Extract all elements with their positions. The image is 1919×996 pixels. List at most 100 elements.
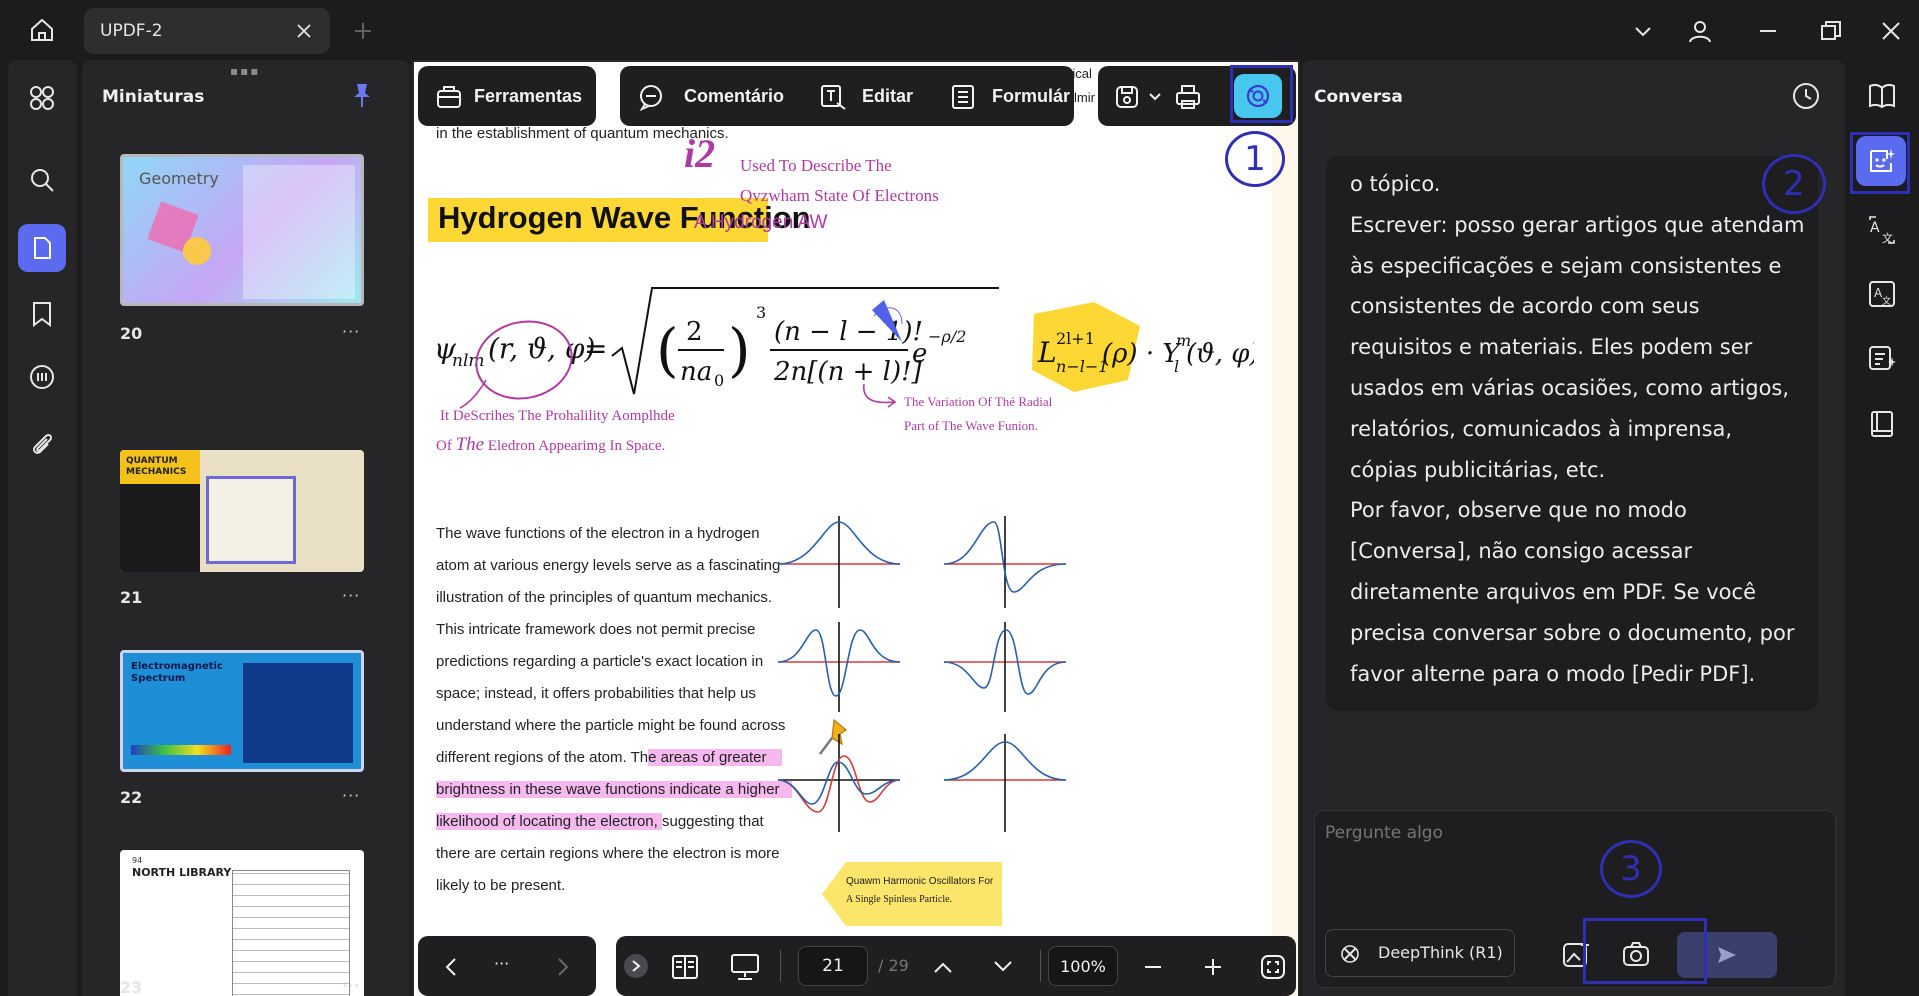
zoom-level-input[interactable]: 100% bbox=[1048, 946, 1118, 986]
send-icon bbox=[1718, 947, 1736, 963]
sticky-note[interactable]: Quawm Harmonic Oscillators For A Single … bbox=[820, 860, 1004, 928]
deepthink-toggle[interactable]: DeepThink (R1) bbox=[1325, 929, 1515, 977]
tools-toolbar: Ferramentas bbox=[418, 66, 596, 126]
save-icon[interactable] bbox=[1110, 80, 1144, 114]
handwritten-annotation[interactable]: Qvzwham State Of Electrons bbox=[740, 186, 939, 206]
zoom-in-icon[interactable] bbox=[1198, 952, 1228, 982]
comment-button[interactable]: Comentário bbox=[684, 86, 784, 107]
body-text-line: The wave functions of the electron in a … bbox=[436, 525, 760, 542]
thumbnail-page-number: 23 bbox=[120, 978, 143, 996]
form-icon[interactable] bbox=[946, 80, 980, 114]
thumbnail-heading: Geometry bbox=[139, 169, 219, 188]
svg-text:2: 2 bbox=[686, 317, 703, 347]
more-options-button[interactable]: ··· bbox=[494, 954, 509, 973]
thumbnail-page-number: 20 bbox=[120, 324, 143, 343]
handwritten-annotation[interactable]: i2 bbox=[684, 130, 715, 177]
page-layout-icon[interactable] bbox=[668, 950, 702, 984]
history-icon[interactable] bbox=[1788, 78, 1824, 114]
restore-window-icon[interactable] bbox=[1816, 16, 1846, 46]
fit-page-icon[interactable] bbox=[1256, 950, 1290, 984]
chevron-down-icon[interactable] bbox=[1146, 88, 1164, 106]
ocr-translate-icon[interactable]: A文 bbox=[1862, 274, 1902, 314]
current-page: 21 bbox=[822, 956, 844, 976]
edit-text-icon[interactable] bbox=[816, 80, 850, 114]
text-highlight[interactable]: e areas of greater bbox=[648, 749, 783, 766]
bookmark-icon[interactable] bbox=[22, 294, 62, 334]
chevron-right-icon[interactable] bbox=[548, 952, 578, 982]
thumbnail-page-21[interactable]: QUANTUM MECHANICS bbox=[120, 450, 364, 572]
view-toolbar: 21 / 29 100% bbox=[616, 936, 1296, 996]
svg-text:=: = bbox=[584, 332, 607, 365]
user-account-icon[interactable] bbox=[1683, 14, 1717, 48]
close-window-icon[interactable] bbox=[1876, 16, 1906, 46]
handwritten-annotation[interactable]: Used To Describe The bbox=[740, 156, 892, 176]
pages-thumbnail-icon[interactable] bbox=[18, 224, 66, 272]
thumbnail-more-button[interactable]: ··· bbox=[342, 322, 360, 341]
tools-button[interactable]: Ferramentas bbox=[474, 86, 582, 107]
grid-view-icon[interactable] bbox=[22, 78, 62, 118]
chat-input-box[interactable]: DeepThink (R1) bbox=[1314, 810, 1836, 988]
ai-summary-icon[interactable] bbox=[1862, 338, 1902, 378]
svg-text:0: 0 bbox=[714, 371, 724, 390]
handwritten-annotation[interactable]: The Variation Of Thé Radial bbox=[904, 394, 1052, 410]
comment-icon[interactable] bbox=[634, 80, 668, 114]
new-tab-icon[interactable] bbox=[350, 18, 376, 44]
panel-resize-handle[interactable]: ▪▪▪ bbox=[230, 64, 260, 78]
page-number-input[interactable]: 21 bbox=[798, 946, 868, 986]
chevron-up-icon[interactable] bbox=[928, 952, 958, 982]
toolbox-icon[interactable] bbox=[432, 80, 466, 114]
text-highlight[interactable]: likelihood of locating the electron, bbox=[436, 813, 662, 830]
tab-title: UPDF-2 bbox=[100, 21, 163, 41]
form-button[interactable]: Formulár bbox=[992, 86, 1070, 107]
close-tab-icon[interactable] bbox=[292, 19, 316, 43]
chat-input[interactable] bbox=[1325, 823, 1825, 893]
pdf-page[interactable]: not cal rical lmir in the establishment … bbox=[414, 62, 1298, 996]
text-highlight[interactable]: brightness in these wave functions indic… bbox=[436, 781, 792, 798]
presentation-icon[interactable] bbox=[728, 950, 762, 984]
zoom-out-icon[interactable] bbox=[1138, 952, 1168, 982]
chevron-down-icon[interactable] bbox=[1628, 16, 1658, 46]
expand-toolbar-icon[interactable] bbox=[624, 954, 648, 978]
document-tab[interactable]: UPDF-2 bbox=[84, 8, 330, 54]
handwritten-annotation[interactable]: A Hydrogen AW bbox=[694, 212, 827, 234]
svg-text:(ρ) · Y: (ρ) · Y bbox=[1102, 339, 1182, 369]
svg-text:(ϑ, φ): (ϑ, φ) bbox=[1186, 339, 1254, 369]
attachment-icon[interactable] bbox=[22, 424, 62, 464]
chevron-left-icon[interactable] bbox=[436, 952, 466, 982]
svg-text:L: L bbox=[1037, 336, 1057, 369]
search-icon[interactable] bbox=[22, 160, 62, 200]
callout-highlight-box bbox=[1850, 132, 1910, 194]
book-icon[interactable] bbox=[1862, 404, 1902, 444]
decorative-shape bbox=[183, 237, 211, 265]
chevron-down-icon[interactable] bbox=[988, 952, 1018, 982]
title-bar: UPDF-2 bbox=[0, 0, 1919, 60]
pin-icon[interactable] bbox=[348, 80, 376, 110]
thumbnail-page-23[interactable]: 94 NORTH LIBRARY bbox=[120, 850, 364, 996]
svg-text:n−l−1: n−l−1 bbox=[1056, 357, 1108, 376]
edit-button[interactable]: Editar bbox=[862, 86, 913, 107]
thumbnail-more-button[interactable]: ··· bbox=[342, 786, 360, 805]
thumbnail-page-20[interactable]: Geometry bbox=[120, 154, 364, 306]
thumbnail-more-button[interactable]: ··· bbox=[342, 976, 360, 995]
svg-text:): ) bbox=[728, 316, 751, 384]
thumbnail-more-button[interactable]: ··· bbox=[342, 586, 360, 605]
svg-text:e: e bbox=[912, 339, 927, 369]
handwritten-annotation[interactable]: It DeScrihes The Prohalility Aomplhde bbox=[440, 408, 675, 425]
print-icon[interactable] bbox=[1170, 80, 1206, 114]
reader-icon[interactable] bbox=[1862, 76, 1902, 116]
sticky-note-text: A Single Spinless Particle. bbox=[846, 894, 953, 905]
svg-text:(n − l − 1)!: (n − l − 1)! bbox=[774, 317, 923, 347]
wave-function-formula: ψ nlm (r, ϑ, φ) = ( 2 na 0 ) 3 (n − l − … bbox=[434, 280, 1254, 410]
sticky-note-text: Quawm Harmonic Oscillators For bbox=[846, 876, 994, 887]
minimize-icon[interactable] bbox=[1753, 16, 1783, 46]
thumbnail-page-22[interactable]: Electromagnetic Spectrum bbox=[120, 650, 364, 772]
comment-list-icon[interactable] bbox=[22, 358, 62, 398]
thumbnail-dark-block bbox=[120, 484, 200, 572]
handwritten-annotation[interactable]: Of The Eledron Appearimg In Space. bbox=[436, 434, 665, 456]
handwritten-annotation[interactable]: Part of The Wave Funion. bbox=[904, 418, 1038, 434]
translate-icon[interactable]: A文 bbox=[1862, 210, 1902, 250]
thumbnail-page-number: 22 bbox=[120, 788, 143, 807]
home-icon[interactable] bbox=[22, 10, 62, 50]
svg-text:na: na bbox=[680, 357, 712, 387]
body-text-line: This intricate framework does not permit… bbox=[436, 621, 756, 638]
